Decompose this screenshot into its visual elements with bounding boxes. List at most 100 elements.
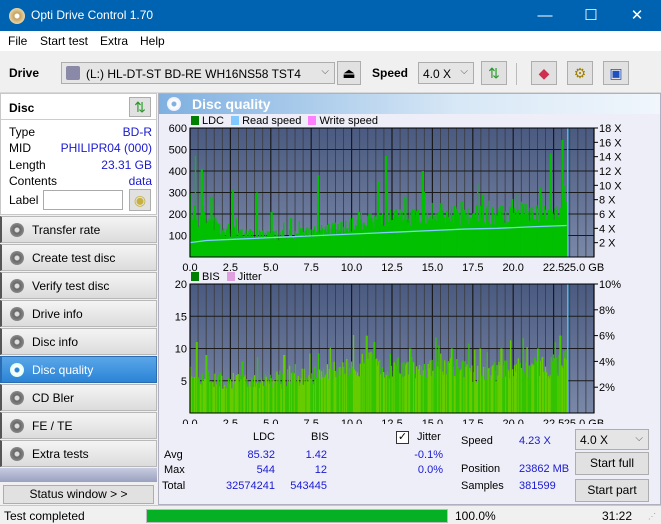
x-tick-label: 12.5	[381, 262, 402, 272]
stats-avg-label: Avg	[164, 449, 183, 461]
position-label: Position	[461, 463, 501, 475]
y-tick-label: 300	[169, 188, 187, 200]
y2-tick-label: 6%	[599, 331, 615, 343]
disc-label-input[interactable]	[43, 190, 123, 210]
disc-icon	[10, 447, 24, 461]
x-tick-label: 25.0 GB	[564, 418, 604, 424]
y-tick-label: 200	[169, 209, 187, 221]
y-tick-label: 15	[175, 311, 187, 323]
gears-icon: ⚙	[573, 65, 587, 81]
disc-row-contents: Contents data	[9, 174, 152, 190]
drive-select[interactable]: (L:) HL-DT-ST BD-RE WH16NS58 TST4 ⌵	[61, 62, 335, 84]
minimize-button[interactable]: —	[522, 0, 568, 31]
chevron-down-icon: ⌵	[460, 66, 468, 77]
nav-disc-info[interactable]: Disc info	[0, 328, 157, 355]
y2-tick-label: 18 X	[599, 123, 622, 135]
disc-value: BD-R	[122, 125, 152, 139]
menu-extra[interactable]: Extra	[100, 34, 128, 48]
disc-refresh-button[interactable]: ⇅	[129, 97, 151, 117]
y2-tick-label: 8 X	[599, 195, 616, 207]
disc-panel-title: Disc	[9, 101, 35, 115]
stats-max-label: Max	[164, 464, 185, 476]
resize-grip-icon[interactable]: ⋰	[648, 512, 656, 521]
x-tick-label: 7.5	[304, 262, 319, 272]
disc-key: Length	[9, 158, 46, 172]
eject-icon: ⏏	[342, 65, 356, 81]
ldc-chart: 100 200 300 400 500 600 2 X 4 X 6 X 8 X 10 X 12 X 14…	[169, 123, 623, 272]
x-tick-label: 17.5	[462, 418, 483, 424]
floppy-disk-icon: ▣	[609, 65, 623, 81]
maximize-button[interactable]: ☐	[568, 0, 614, 31]
nav-transfer-rate[interactable]: Transfer rate	[0, 216, 157, 243]
disc-row-type: Type BD-R	[9, 125, 152, 141]
stats-max-jitter: 0.0%	[417, 464, 443, 476]
cd-icon: ◉	[133, 192, 147, 208]
x-tick-label: 15.0	[422, 418, 443, 424]
progress-label: 100.0%	[455, 509, 496, 523]
disc-label-button[interactable]: ◉	[129, 189, 151, 211]
x-tick-label: 25.0 GB	[564, 262, 604, 272]
nav-extra-tests[interactable]: Extra tests	[0, 440, 157, 467]
refresh-arrows-icon: ⇅	[134, 99, 146, 115]
save-button[interactable]: ▣	[603, 61, 629, 85]
y-tick-label: 10	[175, 344, 187, 356]
speed-label: Speed	[372, 66, 409, 80]
erase-button[interactable]: ◆	[531, 61, 557, 85]
stats-avg-bis: 1.42	[305, 449, 327, 461]
refresh-button[interactable]: ⇅	[481, 61, 507, 85]
disc-panel-divider	[1, 119, 156, 120]
disc-value: 23.31 GB	[101, 158, 152, 172]
nav-fe-te[interactable]: FE / TE	[0, 412, 157, 439]
test-speed-select[interactable]: 4.0 X ⌵	[575, 429, 649, 450]
x-tick-label: 10.0	[341, 418, 362, 424]
x-tick-label: 0.0	[182, 418, 197, 424]
status-window-button[interactable]: Status window > >	[3, 485, 154, 504]
menu-help[interactable]: Help	[140, 34, 165, 48]
nav-label: Create test disc	[32, 251, 116, 265]
nav-label: Drive info	[32, 307, 83, 321]
close-button[interactable]: ✕	[614, 0, 660, 31]
disc-icon	[10, 391, 24, 405]
stats-max-bis: 12	[314, 464, 327, 476]
chevron-down-icon: ⌵	[321, 66, 329, 77]
nav-label: Disc quality	[32, 363, 94, 377]
speed-select[interactable]: 4.0 X ⌵	[418, 62, 474, 84]
nav-cd-bler[interactable]: CD Bler	[0, 384, 157, 411]
disc-icon	[10, 279, 24, 293]
y2-tick-label: 2%	[599, 382, 615, 394]
disc-icon	[10, 251, 24, 265]
nav-create-test-disc[interactable]: Create test disc	[0, 244, 157, 271]
nav-disc-quality[interactable]: Disc quality	[0, 356, 157, 383]
samples-label: Samples	[461, 480, 504, 492]
label-key: Label	[9, 193, 39, 207]
drive-label: Drive	[9, 66, 40, 80]
jitter-checkbox[interactable]: ✓	[396, 431, 409, 444]
status-bar: Test completed 100.0% 31:22 ⋰	[0, 505, 661, 524]
disc-icon	[10, 307, 24, 321]
start-part-button[interactable]: Start part	[575, 479, 649, 502]
disc-icon	[10, 419, 24, 433]
eject-button[interactable]: ⏏	[337, 61, 361, 85]
menu-start-test[interactable]: Start test	[40, 34, 88, 48]
drive-select-value: (L:) HL-DT-ST BD-RE WH16NS58 TST4	[86, 67, 301, 81]
status-text: Test completed	[4, 509, 85, 523]
y2-tick-label: 10%	[599, 279, 621, 291]
start-full-button[interactable]: Start full	[575, 452, 649, 475]
toolbar-divider	[516, 63, 517, 85]
y2-tick-label: 4 X	[599, 223, 616, 235]
menu-bar: File Start test Extra Help	[0, 31, 661, 51]
nav-drive-info[interactable]: Drive info	[0, 300, 157, 327]
disc-icon	[10, 363, 24, 377]
jitter-label: Jitter	[417, 431, 441, 443]
stats-avg-jitter: -0.1%	[414, 449, 443, 461]
x-tick-label: 12.5	[381, 418, 402, 424]
disc-value: PHILIPR04 (000)	[60, 141, 152, 155]
settings-button[interactable]: ⚙	[567, 61, 593, 85]
speed-select-value: 4.0 X	[423, 67, 452, 81]
disc-quality-icon	[167, 97, 181, 111]
menu-file[interactable]: File	[8, 34, 27, 48]
nav-verify-test-disc[interactable]: Verify test disc	[0, 272, 157, 299]
app-disc-icon	[9, 8, 25, 24]
progress-bar	[146, 509, 448, 523]
toolbar: Drive (L:) HL-DT-ST BD-RE WH16NS58 TST4 …	[0, 51, 661, 93]
